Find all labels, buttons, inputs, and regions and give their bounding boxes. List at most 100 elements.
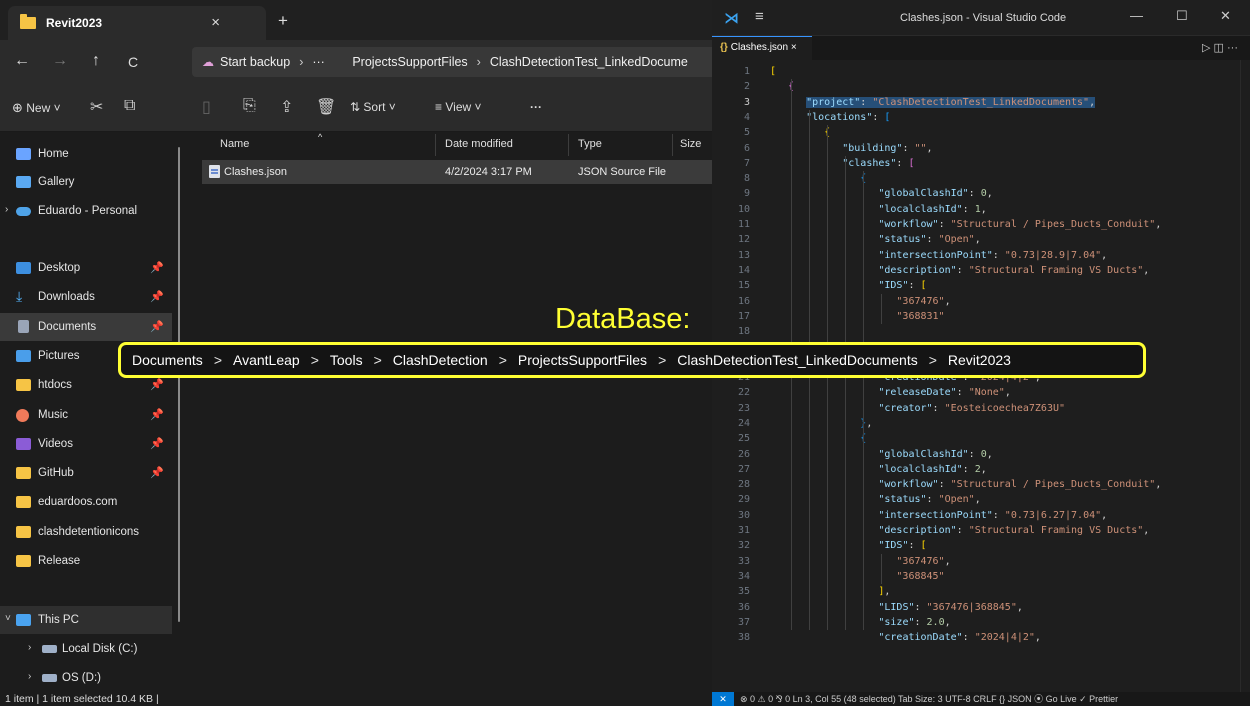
breadcrumb-item[interactable]: Start backup — [220, 55, 290, 69]
pin-icon[interactable]: 📌 — [150, 408, 164, 421]
sidebar-item-downloads[interactable]: ⤓ Downloads 📌 — [0, 283, 172, 311]
code-line[interactable]: 18 — [712, 324, 1250, 339]
column-header-size[interactable]: Size — [680, 138, 701, 150]
breadcrumb[interactable]: ☁ Start backup › ··· ProjectsSupportFile… — [192, 47, 712, 77]
more-options-button[interactable]: ··· — [530, 100, 542, 114]
code-line[interactable]: 11 "workflow": "Structural / Pipes_Ducts_… — [712, 217, 1250, 232]
code-line[interactable]: 3 "project": "ClashDetectionTest_LinkedDo… — [712, 95, 1250, 110]
sidebar-item-videos[interactable]: Videos 📌 — [0, 430, 172, 458]
pin-icon[interactable]: 📌 — [150, 437, 164, 450]
sidebar-item-local-disk[interactable]: › Local Disk (C:) — [0, 635, 172, 663]
code-line[interactable]: 4 "locations": [ — [712, 110, 1250, 125]
column-header-type[interactable]: Type — [578, 138, 602, 150]
copy-icon[interactable]: ⧉ — [124, 97, 135, 115]
pin-icon[interactable]: 📌 — [150, 320, 164, 333]
pin-icon[interactable]: 📌 — [150, 261, 164, 274]
code-line[interactable]: 37 "size": 2.0, — [712, 615, 1250, 630]
code-line[interactable]: 36 "LIDS": "367476|368845", — [712, 600, 1250, 615]
sidebar-item-eduardoos[interactable]: eduardoos.com — [0, 488, 172, 516]
code-line[interactable]: 35], — [712, 584, 1250, 599]
editor-actions[interactable]: ▷ ◫ ··· — [1202, 41, 1238, 54]
code-line[interactable]: 28 "workflow": "Structural / Pipes_Ducts_… — [712, 477, 1250, 492]
breadcrumb-item[interactable]: ··· — [312, 55, 325, 69]
code-line[interactable]: 29 "status": "Open", — [712, 492, 1250, 507]
code-text: "IDS": [ — [878, 278, 926, 293]
pin-icon[interactable]: 📌 — [150, 378, 164, 391]
code-token: : — [956, 264, 969, 276]
column-divider[interactable] — [568, 134, 569, 156]
sidebar-item-music[interactable]: Music 📌 — [0, 401, 172, 429]
code-token: "localclashId" — [878, 203, 963, 215]
sidebar-item-this-pc[interactable]: ˅ This PC — [0, 606, 172, 634]
back-button[interactable]: ← — [14, 52, 30, 70]
code-line[interactable]: 13 "intersectionPoint": "0.73|28.9|7.04", — [712, 248, 1250, 263]
code-line[interactable]: 15 "IDS": [ — [712, 278, 1250, 293]
share-icon[interactable]: ⇪ — [280, 97, 293, 117]
hamburger-menu-icon[interactable]: ≡ — [755, 8, 764, 25]
new-tab-button[interactable]: + — [278, 11, 288, 31]
sidebar-item-gallery[interactable]: Gallery — [0, 168, 172, 196]
code-line[interactable]: 27 "localclashId": 2, — [712, 462, 1250, 477]
code-line[interactable]: 6 "building": "", — [712, 141, 1250, 156]
code-line[interactable]: 30 "intersectionPoint": "0.73|6.27|7.04", — [712, 508, 1250, 523]
explorer-tab[interactable]: Revit2023 × — [8, 6, 266, 40]
sidebar-item-clashdetentionicons[interactable]: clashdetentionicons — [0, 518, 172, 546]
sidebar-item-os-drive[interactable]: › OS (D:) — [0, 664, 172, 692]
code-line[interactable]: 23 "creator": "Eosteicoechea7Z63U" — [712, 401, 1250, 416]
tab-close-icon[interactable]: × — [791, 42, 797, 53]
refresh-button[interactable]: C — [128, 54, 138, 70]
column-header-date[interactable]: Date modified — [445, 138, 513, 150]
up-button[interactable]: ↑ — [92, 52, 100, 70]
breadcrumb-item[interactable]: ProjectsSupportFiles — [352, 55, 467, 69]
pin-icon[interactable]: 📌 — [150, 290, 164, 303]
code-line[interactable]: 17 "368831" — [712, 309, 1250, 324]
sidebar-scrollbar[interactable] — [178, 147, 180, 622]
editor-tab[interactable]: {} Clashes.json × — [712, 36, 812, 60]
pin-icon[interactable]: 📌 — [150, 466, 164, 479]
column-divider[interactable] — [435, 134, 436, 156]
code-line[interactable]: 26 "globalClashId": 0, — [712, 447, 1250, 462]
close-window-button[interactable]: ✕ — [1220, 8, 1231, 24]
breadcrumb-item[interactable]: ClashDetectionTest_LinkedDocume — [490, 55, 688, 69]
code-line[interactable]: 32 "IDS": [ — [712, 538, 1250, 553]
code-line[interactable]: 22 "releaseDate": "None", — [712, 385, 1250, 400]
new-button[interactable]: ⊕ New ˅ — [12, 100, 61, 116]
code-line[interactable]: 25{ — [712, 431, 1250, 446]
file-row[interactable]: Clashes.json 4/2/2024 3:17 PM JSON Sourc… — [202, 160, 712, 184]
code-line[interactable]: 16 "367476", — [712, 294, 1250, 309]
sidebar-item-home[interactable]: Home — [0, 140, 172, 168]
maximize-button[interactable]: ☐ — [1176, 8, 1188, 24]
paste-icon[interactable]: ▯ — [202, 97, 211, 117]
code-line[interactable]: 31 "description": "Structural Framing VS … — [712, 523, 1250, 538]
code-line[interactable]: 24}, — [712, 416, 1250, 431]
code-line[interactable]: 10 "localclashId": 1, — [712, 202, 1250, 217]
sidebar-item-onedrive[interactable]: › Eduardo - Personal — [0, 197, 172, 225]
minimize-button[interactable]: — — [1130, 8, 1143, 23]
remote-indicator-icon[interactable]: ✕ — [712, 692, 734, 706]
column-divider[interactable] — [672, 134, 673, 156]
sidebar-item-release[interactable]: Release — [0, 547, 172, 575]
code-line[interactable]: 8{ — [712, 171, 1250, 186]
code-line[interactable]: 9 "globalClashId": 0, — [712, 186, 1250, 201]
code-line[interactable]: 38 "creationDate": "2024|4|2", — [712, 630, 1250, 645]
view-button[interactable]: ≡ View ˅ — [435, 100, 482, 114]
code-line[interactable]: 34 "368845" — [712, 569, 1250, 584]
delete-icon[interactable]: 🗑 — [316, 97, 336, 117]
code-line[interactable]: 12 "status": "Open", — [712, 232, 1250, 247]
sidebar-item-desktop[interactable]: Desktop 📌 — [0, 254, 172, 282]
code-line[interactable]: 7 "clashes": [ — [712, 156, 1250, 171]
editor-scrollbar[interactable] — [1240, 60, 1250, 692]
code-line[interactable]: 1[ — [712, 64, 1250, 79]
cut-icon[interactable]: ✂ — [90, 97, 103, 117]
code-line[interactable]: 5{ — [712, 125, 1250, 140]
sidebar-item-github[interactable]: GitHub 📌 — [0, 459, 172, 487]
code-line[interactable]: 14 "description": "Structural Framing VS … — [712, 263, 1250, 278]
forward-button[interactable]: → — [52, 52, 68, 70]
column-header-name[interactable]: Name — [220, 138, 249, 150]
sort-button[interactable]: ⇅ Sort ˅ — [350, 100, 396, 114]
rename-icon[interactable]: ⎘ — [243, 97, 256, 115]
code-line[interactable]: 33 "367476", — [712, 554, 1250, 569]
code-line[interactable]: 2{ — [712, 79, 1250, 94]
tab-close-icon[interactable]: × — [211, 14, 220, 31]
sidebar-item-documents[interactable]: Documents 📌 — [0, 313, 172, 341]
